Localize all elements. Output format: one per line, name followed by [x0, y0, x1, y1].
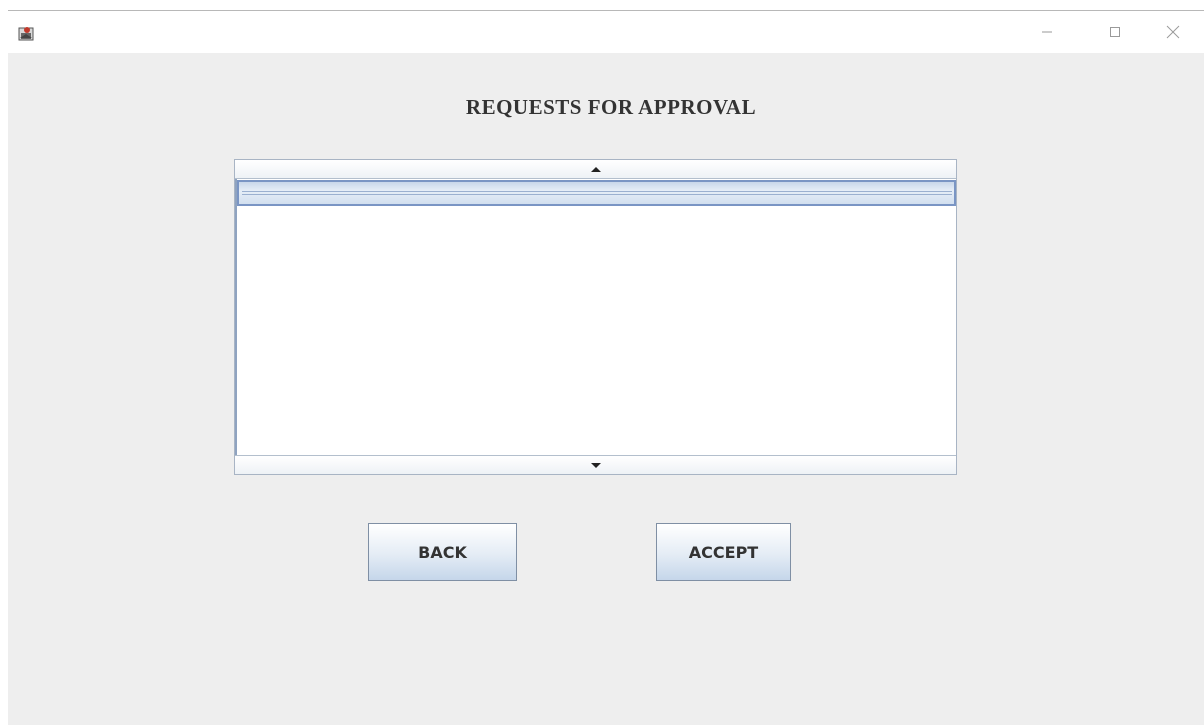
item-divider	[242, 191, 952, 192]
desktop-strip	[0, 0, 1204, 10]
content-panel: REQUESTS FOR APPROVAL BACK ACCEPT	[8, 53, 1204, 725]
java-app-icon	[18, 25, 34, 41]
maximize-icon[interactable]	[1092, 11, 1138, 53]
close-icon[interactable]	[1150, 11, 1196, 53]
arrow-up-icon	[590, 166, 601, 172]
title-bar[interactable]	[0, 10, 1204, 53]
item-divider	[242, 194, 952, 195]
scroll-up-button[interactable]	[235, 160, 956, 179]
scroll-down-button[interactable]	[235, 455, 956, 474]
back-button[interactable]: BACK	[368, 523, 517, 581]
application-window: REQUESTS FOR APPROVAL BACK ACCEPT	[0, 0, 1204, 725]
requests-list[interactable]	[234, 159, 957, 475]
window-border	[0, 10, 8, 725]
arrow-down-icon	[590, 462, 601, 468]
requests-list-body[interactable]	[235, 179, 956, 455]
accept-button[interactable]: ACCEPT	[656, 523, 791, 581]
page-title: REQUESTS FOR APPROVAL	[465, 95, 757, 119]
list-item-selected[interactable]	[237, 180, 956, 206]
minimize-icon[interactable]	[1024, 11, 1070, 53]
